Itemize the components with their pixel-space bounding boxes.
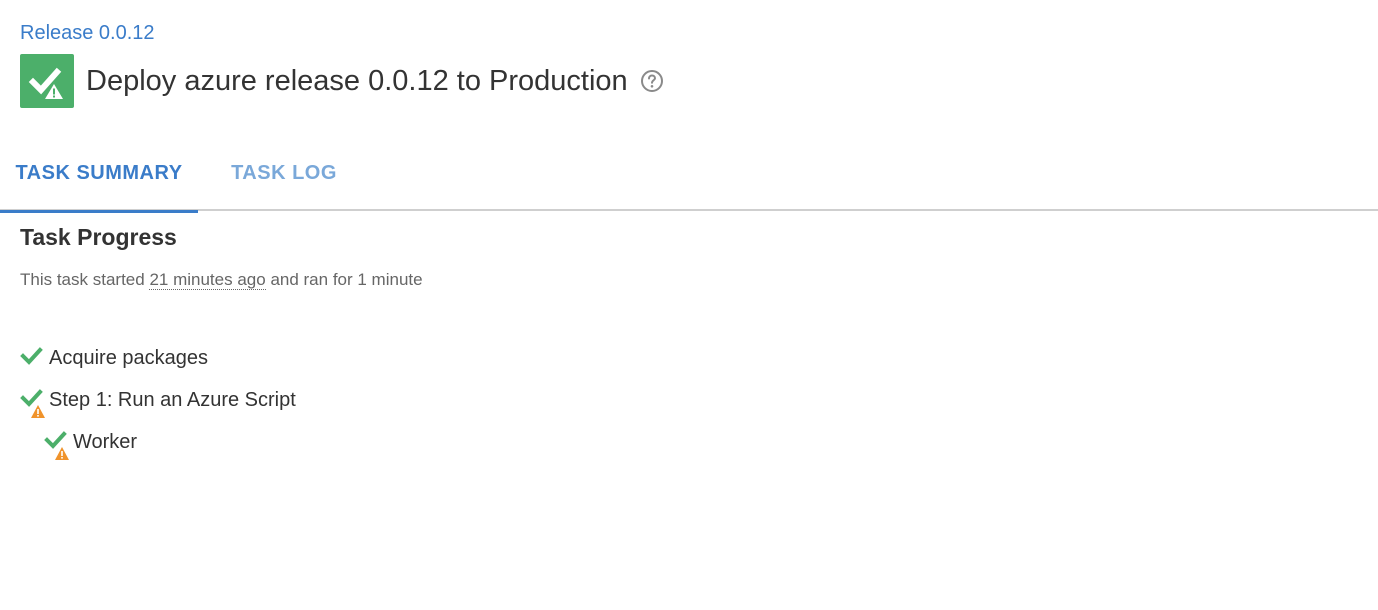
step-label: Acquire packages	[49, 346, 208, 369]
page-header: Deploy azure release 0.0.12 to Productio…	[20, 54, 664, 108]
step-acquire-packages[interactable]: Acquire packages	[20, 344, 208, 372]
check-icon	[20, 344, 44, 372]
check-warning-icon	[20, 386, 45, 418]
tab-task-log[interactable]: TASK LOG	[218, 134, 350, 211]
success-with-warning-icon	[20, 54, 74, 108]
tab-bar: TASK SUMMARY TASK LOG	[0, 134, 1378, 213]
tab-task-summary[interactable]: TASK SUMMARY	[0, 134, 198, 213]
breadcrumb-release-link[interactable]: Release 0.0.12	[20, 22, 155, 45]
task-info-suffix: and ran for 1 minute	[270, 270, 423, 289]
step-run-azure-script[interactable]: Step 1: Run an Azure Script	[20, 386, 296, 418]
step-worker[interactable]: Worker	[44, 428, 138, 460]
task-progress-heading: Task Progress	[20, 224, 177, 250]
task-started-time[interactable]: 21 minutes ago	[149, 270, 266, 290]
task-timing-info: This task started 21 minutes ago and ran…	[20, 270, 423, 290]
step-label: Step 1: Run an Azure Script	[49, 388, 296, 411]
task-info-prefix: This task started	[20, 270, 145, 289]
page-title: Deploy azure release 0.0.12 to Productio…	[86, 64, 628, 97]
help-circle-icon[interactable]	[640, 69, 664, 93]
step-label: Worker	[73, 430, 138, 453]
check-warning-icon	[44, 428, 69, 460]
